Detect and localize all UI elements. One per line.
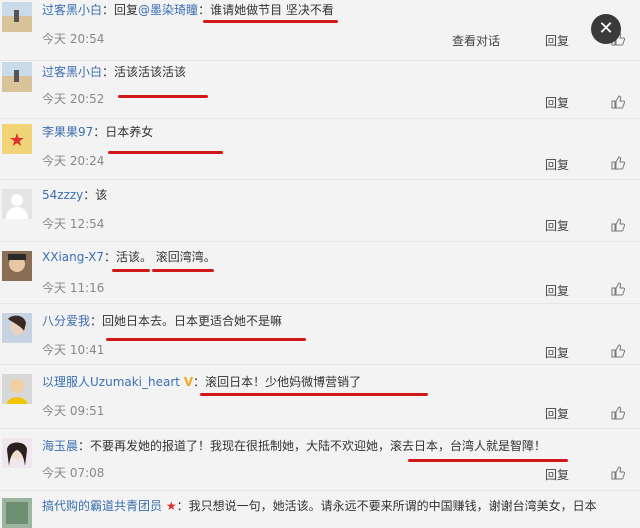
reply-button[interactable]: 回复 xyxy=(545,156,569,173)
username[interactable]: 54zzzy xyxy=(42,188,83,202)
comment-text: 日本养女 xyxy=(105,125,154,139)
avatar[interactable] xyxy=(2,374,32,404)
star-badge-icon: ★ xyxy=(165,499,177,513)
like-icon[interactable] xyxy=(611,156,625,170)
comment-text: 滚回日本！少他妈微博营销了 xyxy=(205,375,362,389)
comment-text: 活该。 滚回湾湾。 xyxy=(115,250,216,264)
view-conversation-link[interactable]: 查看对话 xyxy=(452,32,500,49)
comment-item: 海玉晨：不要再发她的报道了！我现在很抵制她，大陆不欢迎她，滚去日本，台湾人就是智… xyxy=(0,428,640,491)
reply-button[interactable]: 回复 xyxy=(545,405,569,422)
avatar[interactable]: ★ xyxy=(2,124,32,154)
username[interactable]: 李果果97 xyxy=(42,125,93,139)
reply-button[interactable]: 回复 xyxy=(545,466,569,483)
red-underline xyxy=(200,393,428,396)
username[interactable]: 搞代购的霸道共青团员 xyxy=(42,499,162,513)
red-underline xyxy=(112,269,150,272)
username[interactable]: 八分爱我 xyxy=(42,314,90,328)
username[interactable]: 过客黑小白 xyxy=(42,65,102,79)
avatar[interactable] xyxy=(2,251,32,281)
avatar[interactable] xyxy=(2,438,32,468)
like-icon[interactable] xyxy=(611,466,625,480)
avatar[interactable] xyxy=(2,62,32,92)
username[interactable]: 以理服人Uzumaki_heart xyxy=(42,375,180,389)
avatar[interactable] xyxy=(2,313,32,343)
comment-text: 不要再发她的报道了！我现在很抵制她，大陆不欢迎她，滚去日本，台湾人就是智障！ xyxy=(90,439,547,453)
comment-item: 过客黑小白：回复@墨染琦瞳：谁请她做节目 坚决不看 今天 20:54 查看对话 … xyxy=(0,0,640,61)
red-underline xyxy=(203,20,338,23)
reply-button[interactable]: 回复 xyxy=(545,217,569,234)
timestamp: 今天 10:41 xyxy=(42,343,105,357)
comment-text: 活该活该活该 xyxy=(114,65,187,79)
like-icon[interactable] xyxy=(611,282,625,296)
timestamp: 今天 12:54 xyxy=(42,217,105,231)
reply-button[interactable]: 回复 xyxy=(545,282,569,299)
mention-link[interactable]: @墨染琦瞳 xyxy=(138,3,198,17)
red-underline xyxy=(152,269,214,272)
timestamp: 今天 20:52 xyxy=(42,92,105,106)
red-underline xyxy=(108,151,223,154)
avatar[interactable] xyxy=(2,498,32,528)
comment-text: 回她日本去。日本更适合她不是嘛 xyxy=(102,314,283,328)
like-icon[interactable] xyxy=(611,344,625,358)
timestamp: 今天 20:54 xyxy=(42,32,105,46)
red-underline xyxy=(106,338,306,341)
avatar[interactable] xyxy=(2,189,32,219)
reply-prefix: 回复 xyxy=(114,3,139,17)
reply-button[interactable]: 回复 xyxy=(545,94,569,111)
comment-item: 以理服人Uzumaki_heart V：滚回日本！少他妈微博营销了 今天 09:… xyxy=(0,364,640,429)
comment-item: ★ 李果果97：日本养女 今天 20:24 回复 xyxy=(0,118,640,180)
comment-item: 八分爱我：回她日本去。日本更适合她不是嘛 今天 10:41 回复 xyxy=(0,303,640,365)
verified-badge-icon: V xyxy=(183,375,194,389)
username[interactable]: XXiang-X7 xyxy=(42,250,104,264)
svg-text:★: ★ xyxy=(9,130,25,151)
red-underline xyxy=(408,459,568,462)
reply-button[interactable]: 回复 xyxy=(545,344,569,361)
close-button[interactable]: ✕ xyxy=(591,14,621,44)
comment-item: 搞代购的霸道共青团员 ★：我只想说一句，她活该。请永远不要来所谓的中国赚钱，谢谢… xyxy=(0,490,640,528)
like-icon[interactable] xyxy=(611,218,625,232)
timestamp: 今天 11:16 xyxy=(42,281,105,295)
username[interactable]: 海玉晨 xyxy=(42,439,78,453)
username[interactable]: 过客黑小白 xyxy=(42,3,102,17)
red-underline xyxy=(118,95,208,98)
comment-list: 过客黑小白：回复@墨染琦瞳：谁请她做节目 坚决不看 今天 20:54 查看对话 … xyxy=(0,0,640,528)
like-icon[interactable] xyxy=(611,406,625,420)
comment-text: 我只想说一句，她活该。请永远不要来所谓的中国赚钱，谢谢台湾美女，日本 xyxy=(188,499,597,513)
timestamp: 今天 20:24 xyxy=(42,154,105,168)
timestamp: 今天 07:08 xyxy=(42,466,105,480)
comment-item: 过客黑小白：活该活该活该 今天 20:52 回复 xyxy=(0,60,640,119)
avatar[interactable] xyxy=(2,2,32,32)
reply-button[interactable]: 回复 xyxy=(545,32,569,49)
comment-item: XXiang-X7：活该。 滚回湾湾。 今天 11:16 回复 xyxy=(0,241,640,304)
like-icon[interactable] xyxy=(611,95,625,109)
comment-item: 54zzzy：该 今天 12:54 回复 xyxy=(0,179,640,242)
timestamp: 今天 09:51 xyxy=(42,404,105,418)
comment-text: 该 xyxy=(95,188,108,202)
comment-text: 谁请她做节目 坚决不看 xyxy=(210,3,334,17)
